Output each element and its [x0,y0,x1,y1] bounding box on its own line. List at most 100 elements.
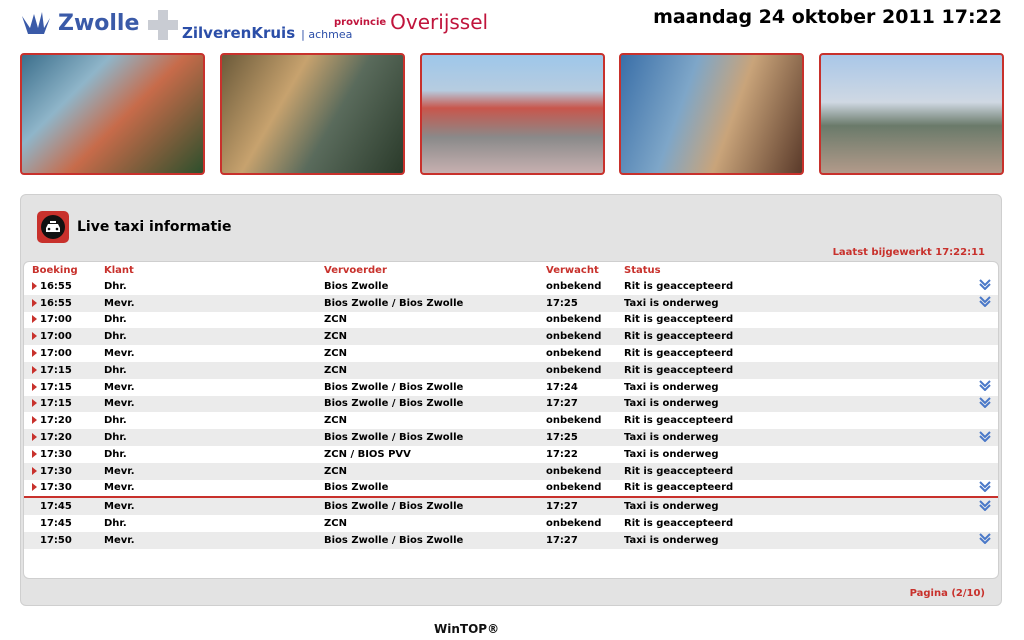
cell-status: Rit is geaccepteerd [624,280,734,292]
cell-verwacht: onbekend [546,280,602,292]
cell-vervoerder: ZCN [324,361,546,379]
cell-boeking: 17:00 [24,345,104,362]
cell-icon [972,515,998,532]
cell-vervoerder: ZCN [324,328,546,346]
pagination: Pagina (2/10) [909,588,985,599]
expand-arrow-icon[interactable] [979,397,991,411]
cell-vervoerder: Bios Zwolle [324,479,546,499]
taxi-table-container: Boeking Klant Vervoerder Verwacht Status… [23,261,999,579]
cell-boeking: 16:55 [24,278,104,295]
table-row: 17:00 Mevr. ZCN onbekend Rit is geaccepteerd [24,345,998,362]
live-taxi-panel: Live taxi informatie Laatst bijgewerkt 1… [20,194,1002,606]
photo-street [419,53,605,175]
current-datetime: maandag 24 oktober 2011 17:22 [653,6,1002,28]
expand-arrow-icon[interactable] [979,533,991,547]
cell-verwacht: onbekend [546,361,624,379]
zwolle-logo-text: Zwolle [58,10,140,36]
cell-klant: Dhr. [104,361,324,379]
cell-vervoerder: Bios Zwolle / Bios Zwolle [324,294,546,312]
photo-square-statue [819,53,1004,175]
table-row: 17:20 Dhr. ZCN onbekend Rit is geaccepteerd [24,412,998,429]
cell-klant: Dhr. [104,448,127,460]
zwolle-logo: Zwolle [20,10,139,36]
cell-boeking: 17:50 [24,531,104,549]
cell-boeking: 17:30 [24,446,104,463]
zwolle-hand-icon [22,12,50,34]
cell-vervoerder: ZCN [324,415,347,427]
cell-boeking: 17:00 [24,328,104,346]
cell-verwacht: 17:27 [546,395,624,413]
table-row: 16:55 Dhr. Bios Zwolle onbekend Rit is geacc… [24,278,998,295]
cell-boeking: 17:45 [40,518,72,530]
cell-vervoerder: ZCN / BIOS PVV [324,448,411,460]
cell-verwacht: onbekend [546,518,602,530]
cell-status: Taxi is onderweg [624,395,972,413]
row-marker-icon [32,332,37,341]
provincie-text: provincie [334,16,387,28]
table-row: 17:15 Dhr. ZCN onbekend Rit is geaccepteerd [24,361,998,379]
photo-hospital-entrance [20,53,205,175]
expand-arrow-icon[interactable] [979,296,991,310]
cell-vervoerder: Bios Zwolle [324,280,389,292]
row-marker-icon [32,483,37,492]
table-row: 17:30 Dhr. ZCN / BIOS PVV 17:22 Taxi is onde… [24,446,998,463]
cell-vervoerder: Bios Zwolle / Bios Zwolle [324,497,546,516]
cell-icon [972,345,998,362]
cell-vervoerder: Bios Zwolle / Bios Zwolle [324,395,546,413]
row-marker-icon [32,382,37,391]
cell-boeking: 17:15 [24,361,104,379]
expand-arrow-icon[interactable] [979,500,991,514]
zilverenkruis-text: ZilverenKruis [182,24,296,42]
cell-icon [972,497,998,516]
cell-vervoerder: Bios Zwolle / Bios Zwolle [324,381,464,393]
cell-boeking: 17:15 [24,395,104,413]
cell-klant: Mevr. [104,294,324,312]
cell-icon [972,294,998,312]
cell-klant: Dhr. [104,328,324,346]
photo-reception-desk [619,53,805,175]
cell-boeking: 17:00 [24,312,104,329]
cell-status: Rit is geaccepteerd [624,314,734,326]
cell-verwacht: 17:27 [546,531,624,549]
cell-icon [972,312,998,329]
cell-icon [972,531,998,549]
cell-klant: Mevr. [104,531,324,549]
cell-vervoerder: ZCN [324,462,546,480]
cell-vervoerder: Bios Zwolle / Bios Zwolle [324,429,546,446]
taxi-icon [37,211,69,243]
cell-boeking: 17:30 [24,479,104,499]
cell-vervoerder: ZCN [324,314,347,326]
table-row: 17:00 Dhr. ZCN onbekend Rit is geaccepteerd [24,328,998,346]
cell-klant: Mevr. [104,462,324,480]
expand-arrow-icon[interactable] [979,380,991,394]
cell-status: Rit is geaccepteerd [624,462,972,480]
row-marker-icon [32,365,37,374]
cell-status: Rit is geaccepteerd [624,328,972,346]
row-marker-icon [32,466,37,475]
cell-vervoerder: ZCN [324,348,347,360]
expand-arrow-icon[interactable] [979,279,991,293]
cell-klant: Mevr. [104,395,324,413]
table-row: 17:30 Mevr. Bios Zwolle onbekend Rit is geac… [24,479,998,499]
cell-icon [972,412,998,429]
cell-klant: Mevr. [104,381,135,393]
panel-header: Live taxi informatie [37,211,231,243]
table-row: 17:20 Dhr. Bios Zwolle / Bios Zwolle 17:25 T… [24,429,998,446]
header: Zwolle ZilverenKruis | achmea provincie … [0,0,1024,48]
cell-klant: Mevr. [104,497,324,516]
zilverenkruis-logo: ZilverenKruis | achmea [148,8,352,42]
expand-arrow-icon[interactable] [979,430,991,445]
cell-status: Taxi is onderweg [624,497,972,516]
table-row: 17:50 Mevr. Bios Zwolle / Bios Zwolle 17:27… [24,531,998,549]
table-header-row: Boeking Klant Vervoerder Verwacht Status [24,262,998,278]
panel-title: Live taxi informatie [77,219,232,235]
header-vervoerder: Vervoerder [324,264,387,276]
cell-klant: Mevr. [104,348,135,360]
overijssel-text: Overijssel [390,10,489,34]
expand-arrow-icon[interactable] [979,481,991,495]
cell-icon [972,328,998,346]
cell-boeking: 17:30 [24,462,104,480]
cell-status: Rit is geaccepteerd [624,518,734,530]
cell-verwacht: 17:27 [546,497,624,516]
row-marker-icon [32,281,37,290]
